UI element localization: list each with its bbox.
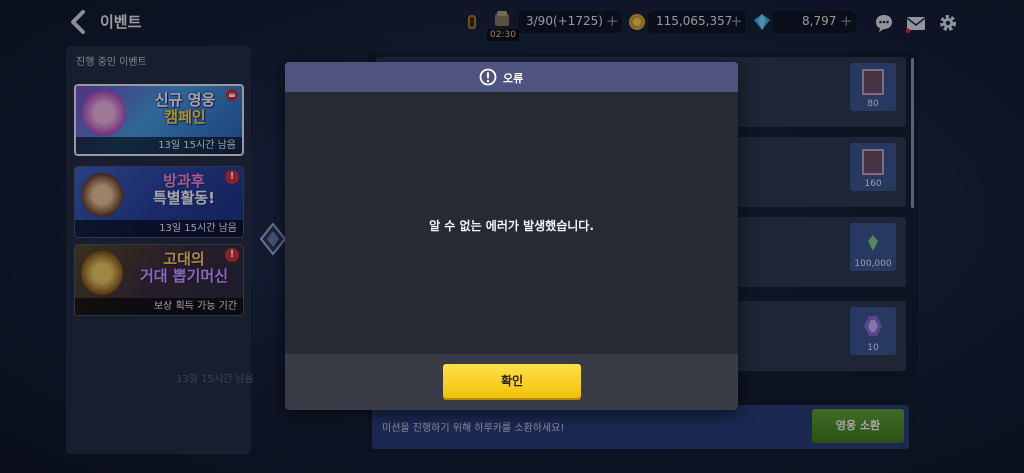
dialog-message: 알 수 없는 에러가 발생했습니다. xyxy=(429,219,594,233)
dialog-header: 오류 xyxy=(285,62,738,92)
error-dialog: 오류 알 수 없는 에러가 발생했습니다. 확인 xyxy=(285,62,738,410)
dialog-title: 오류 xyxy=(503,72,524,85)
confirm-button[interactable]: 확인 xyxy=(443,364,581,398)
alert-circle-icon xyxy=(479,68,497,86)
dialog-footer: 확인 xyxy=(285,354,738,410)
